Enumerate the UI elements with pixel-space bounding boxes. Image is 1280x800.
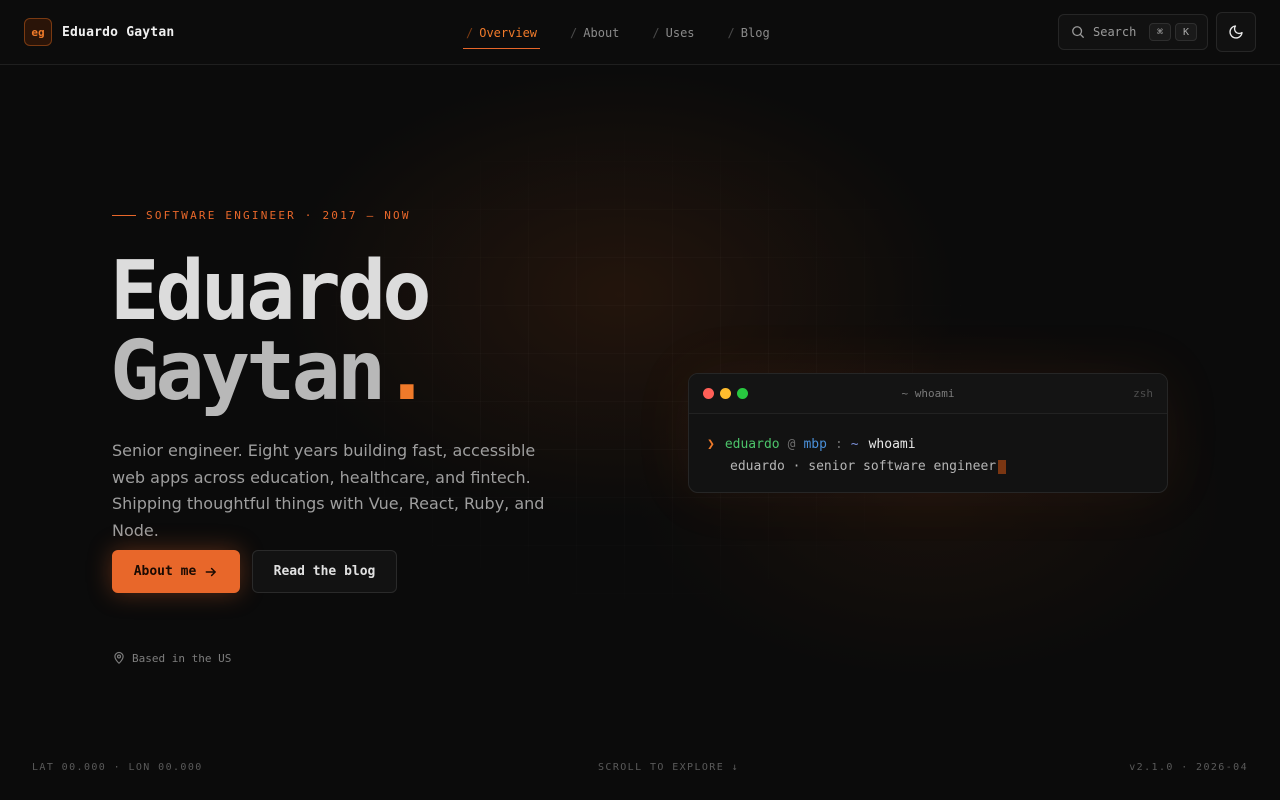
footer-scroll-hint[interactable]: SCROLL TO EXPLORE ↓	[598, 762, 739, 773]
prompt-at: @	[787, 437, 796, 452]
shortcut-k-key: K	[1175, 23, 1197, 41]
footer-coords: LAT 00.000 · LON 00.000	[32, 762, 203, 773]
nav-item-blog[interactable]: / Blog	[725, 0, 773, 65]
nav-slash: /	[727, 25, 735, 40]
terminal-window: ~ whoami zsh ❯ eduardo @ mbp : ~ whoami …	[688, 373, 1168, 493]
nav-item-uses[interactable]: / Uses	[649, 0, 697, 65]
hero-title-last-name: Gaytan	[110, 324, 386, 419]
nav-label: Overview	[479, 25, 538, 40]
eyebrow-text: SOFTWARE ENGINEER · 2017 — NOW	[146, 209, 411, 222]
nav-slash: /	[652, 25, 660, 40]
hero-eyebrow: SOFTWARE ENGINEER · 2017 — NOW	[112, 209, 411, 222]
nav-label: Blog	[740, 25, 770, 40]
location-text: Based in the US	[132, 651, 232, 665]
about-me-button[interactable]: About me	[112, 550, 240, 593]
main-nav: / Overview / About / Uses / Blog	[463, 0, 800, 65]
nav-item-overview[interactable]: / Overview	[463, 0, 541, 65]
terminal-cursor	[998, 460, 1007, 474]
moon-icon	[1229, 25, 1243, 39]
map-pin-icon	[114, 651, 124, 664]
terminal-title: ~ whoami	[901, 387, 955, 400]
prompt-colon: :	[834, 437, 843, 452]
terminal-title-bar: ~ whoami zsh	[689, 374, 1167, 414]
terminal-prompt: ❯ eduardo @ mbp : ~ whoami	[707, 434, 1149, 456]
hero-title-first-name: Eduardo	[110, 244, 432, 339]
terminal-output: eduardo · senior software engineer	[707, 456, 1149, 478]
hero-title: Eduardo Gaytan.	[110, 244, 432, 413]
hero-title-last-line: Gaytan.	[110, 331, 432, 413]
nav-label: About	[583, 25, 620, 40]
nav-label: Uses	[665, 25, 695, 40]
nav-slash: /	[466, 25, 474, 40]
prompt-user: eduardo	[724, 437, 780, 452]
top-bar: eg Eduardo Gaytan / Overview / About / U…	[0, 0, 1280, 65]
prompt-arrow: ❯	[707, 437, 715, 452]
terminal-shell: zsh	[1133, 387, 1153, 400]
prompt-host: mbp	[803, 437, 827, 452]
theme-toggle-button[interactable]	[1216, 12, 1256, 52]
location: Based in the US	[112, 651, 231, 665]
arrow-right-icon	[205, 567, 217, 576]
terminal-output-text: eduardo · senior software engineer	[730, 459, 997, 474]
nav-item-about[interactable]: / About	[567, 0, 622, 65]
hero-bio: Senior engineer. Eight years building fa…	[112, 441, 545, 540]
site-name: Eduardo Gaytan	[62, 24, 175, 40]
eyebrow-line	[112, 215, 136, 216]
search-button[interactable]: Search ⌘ K	[1058, 14, 1208, 50]
terminal-body: ❯ eduardo @ mbp : ~ whoami eduardo · sen…	[689, 414, 1167, 492]
hero-title-dot: .	[382, 324, 431, 419]
logo-badge: eg	[24, 18, 52, 46]
prompt-path: ~	[850, 437, 859, 452]
read-blog-button[interactable]: Read the blog	[252, 550, 397, 593]
brand-home-link[interactable]: eg Eduardo Gaytan	[24, 18, 174, 46]
prompt-command: whoami	[868, 437, 916, 452]
shortcut-cmd-key: ⌘	[1149, 23, 1171, 41]
nav-slash: /	[570, 25, 578, 40]
footer-version: v2.1.0 · 2026-04	[1129, 762, 1248, 773]
search-icon	[1072, 26, 1084, 38]
about-me-label: About me	[133, 564, 197, 579]
read-blog-label: Read the blog	[273, 564, 376, 579]
search-label: Search	[1093, 25, 1137, 39]
